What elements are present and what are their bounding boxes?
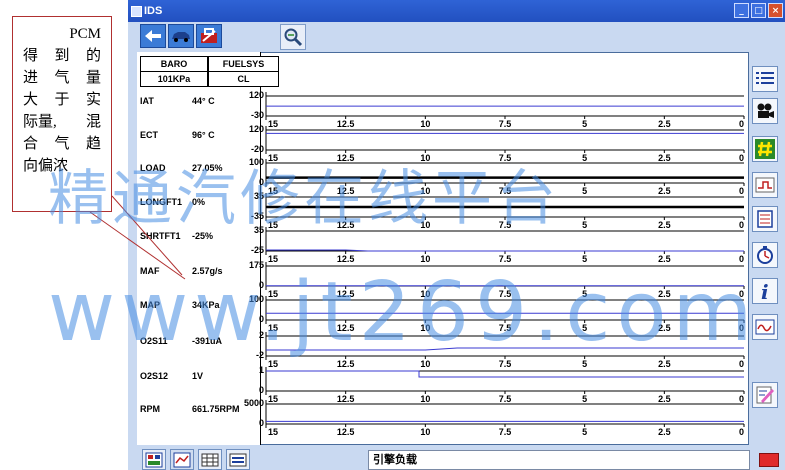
annotation-word: 气: [54, 70, 70, 86]
watermark-cn: 精通汽修在线平台: [48, 164, 560, 234]
annotation-word: 于: [54, 92, 70, 108]
annotation-line: 得到的: [23, 45, 101, 67]
annotation-line: PCM: [23, 23, 101, 45]
annotation-line: 际量, 混: [23, 111, 101, 133]
annotation-word: 的: [85, 48, 101, 64]
annotation-word: 量: [85, 70, 101, 86]
annotation-line: 进气量: [23, 67, 101, 89]
annotation-word: 到: [54, 48, 70, 64]
annotation-word: 得: [23, 48, 39, 64]
annotation-word: 合: [23, 136, 39, 152]
annotation-word: PCM: [69, 26, 101, 42]
annotation-word: 实: [85, 92, 101, 108]
watermark-url: www.jt269.com: [48, 265, 759, 360]
annotation-word: 大: [23, 92, 39, 108]
annotation-word: 进: [23, 70, 39, 86]
annotation-word: 际量,: [23, 114, 57, 130]
annotation-word: 混: [85, 114, 101, 130]
annotation-line: 大于实: [23, 89, 101, 111]
